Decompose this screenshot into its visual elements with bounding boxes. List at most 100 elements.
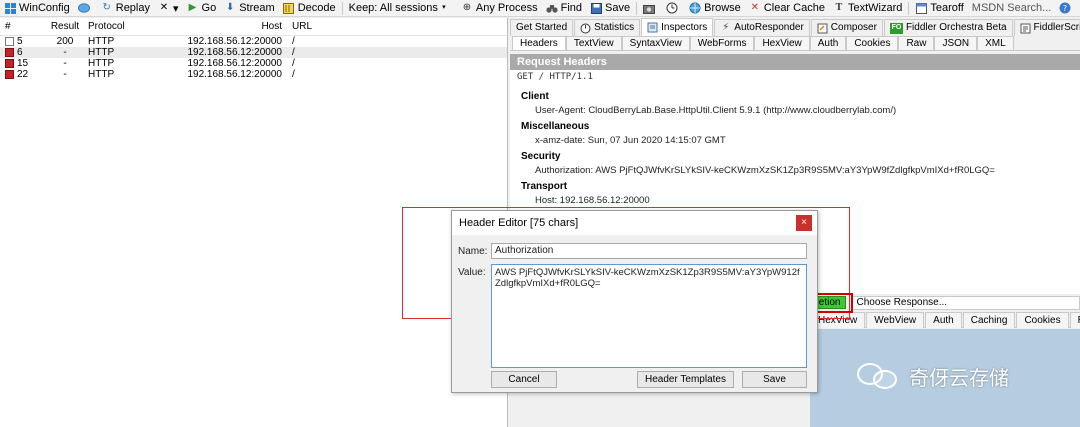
browse-icon: [689, 2, 701, 14]
textwizard-button[interactable]: T TextWizard: [829, 0, 906, 16]
find-button[interactable]: Find: [542, 0, 586, 16]
tab-auth[interactable]: Auth: [809, 36, 847, 50]
save-dialog-button[interactable]: Save: [742, 371, 807, 388]
dropdown-arrow-icon: ▾: [442, 4, 446, 11]
toolbar-separator: [636, 1, 638, 15]
save-button[interactable]: Save: [586, 0, 634, 16]
tab-response-caching[interactable]: Caching: [962, 312, 1016, 328]
decode-button[interactable]: Decode: [279, 0, 340, 16]
tab-textview[interactable]: TextView: [565, 36, 622, 50]
winconfig-button[interactable]: WinConfig: [0, 0, 74, 16]
go-button[interactable]: ▶ Go: [183, 0, 221, 16]
watermark-text: 奇伢云存储: [909, 367, 1009, 390]
svg-text:?: ?: [1063, 4, 1067, 13]
name-input[interactable]: Authorization: [491, 243, 807, 259]
play-icon: ▶: [188, 2, 197, 13]
session-row[interactable]: 6 - HTTP 192.168.56.12:20000 /: [0, 47, 507, 58]
session-row[interactable]: 5 200 HTTP 192.168.56.12:20000 /: [0, 36, 507, 47]
close-icon[interactable]: ×: [796, 215, 812, 231]
textwizard-icon: T: [835, 2, 843, 13]
toolbar-separator: [341, 1, 343, 15]
column-header-number[interactable]: #: [0, 21, 46, 32]
clear-cache-button[interactable]: ✕ Clear Cache: [745, 0, 829, 16]
tab-json[interactable]: JSON: [934, 36, 978, 50]
column-header-protocol[interactable]: Protocol: [84, 21, 154, 32]
cancel-button[interactable]: Cancel: [491, 371, 557, 388]
tab-webforms[interactable]: WebForms: [689, 36, 755, 50]
save-icon: [590, 2, 602, 14]
script-icon: [1020, 23, 1031, 34]
crosshair-icon: ⊕: [462, 2, 472, 13]
binoculars-icon: [546, 2, 558, 14]
tab-syntaxview[interactable]: SyntaxView: [621, 36, 690, 50]
value-textarea[interactable]: AWS PjFtQJWfvKrSLYkSIV-keCKWzmXzSK1Zp3R9…: [491, 264, 807, 368]
header-group-transport[interactable]: Transport: [510, 181, 1080, 192]
any-process-button[interactable]: ⊕ Any Process: [457, 0, 542, 16]
stream-button[interactable]: ⬇ Stream: [220, 0, 278, 16]
header-group-miscellaneous[interactable]: Miscellaneous: [510, 121, 1080, 132]
tab-statistics[interactable]: Statistics: [574, 19, 641, 36]
inspect-icon: [647, 22, 658, 33]
keep-sessions-dropdown[interactable]: Keep: All sessions ▾: [345, 0, 457, 16]
replay-icon: ↻: [102, 2, 111, 13]
tab-response-webview[interactable]: WebView: [866, 312, 925, 328]
dialog-title-bar: Header Editor [75 chars] ×: [452, 211, 817, 235]
session-row[interactable]: 15 - HTTP 192.168.56.12:20000 /: [0, 58, 507, 69]
remove-icon: ✕: [159, 2, 169, 13]
tab-response-cookies[interactable]: Cookies: [1016, 312, 1069, 328]
replay-button[interactable]: ↻ Replay: [97, 0, 154, 16]
tab-inspectors[interactable]: Inspectors: [641, 18, 714, 36]
error-icon: [5, 47, 14, 57]
composer-icon: [817, 23, 828, 34]
choose-response-dropdown[interactable]: Choose Response...: [851, 295, 1080, 310]
tab-fiddlerscript[interactable]: FiddlerScript: [1013, 19, 1080, 36]
browse-button[interactable]: Browse: [685, 0, 745, 16]
tearoff-button[interactable]: Tearoff: [911, 0, 967, 16]
header-x-amz-date[interactable]: x-amz-date: Sun, 07 Jun 2020 14:15:07 GM…: [510, 135, 1080, 146]
tab-get-started[interactable]: Get Started: [510, 19, 574, 36]
main-toolbar: WinConfig ↻ Replay ✕ ▾ ▶ Go ⬇ Stream Decode …: [0, 0, 1080, 17]
request-line: GET / HTTP/1.1: [517, 72, 593, 82]
screenshot-button[interactable]: [639, 0, 662, 16]
tab-headers[interactable]: Headers: [512, 36, 566, 50]
header-authorization[interactable]: Authorization: AWS PjFtQJWfvKrSLYkSIV-ke…: [510, 165, 1080, 176]
document-icon: [5, 36, 14, 46]
tab-response-auth[interactable]: Auth: [925, 312, 962, 328]
tab-cookies[interactable]: Cookies: [846, 36, 899, 50]
error-icon: [5, 69, 14, 79]
remove-button[interactable]: ✕ ▾: [154, 0, 183, 16]
sessions-header: # Result Protocol Host URL: [0, 18, 507, 36]
help-button[interactable]: ?: [1055, 0, 1078, 16]
comment-icon: [77, 2, 90, 14]
timer-button[interactable]: [662, 0, 685, 16]
header-editor-dialog: Header Editor [75 chars] × Name: Authori…: [451, 210, 818, 393]
tab-raw[interactable]: Raw: [898, 36, 935, 50]
header-host[interactable]: Host: 192.168.56.12:20000: [510, 195, 1080, 206]
column-header-url[interactable]: URL: [288, 21, 312, 32]
tab-hexview[interactable]: HexView: [754, 36, 810, 50]
decode-icon: [283, 2, 295, 14]
msdn-search-input[interactable]: MSDN Search...: [968, 0, 1055, 16]
value-label: Value:: [458, 267, 486, 278]
header-group-client[interactable]: Client: [510, 91, 1080, 102]
fo-icon: FO: [889, 22, 903, 34]
header-templates-button[interactable]: Header Templates: [637, 371, 734, 388]
tab-autoresponder[interactable]: ⚡ AutoResponder: [714, 19, 810, 36]
error-icon: [5, 58, 14, 68]
help-icon: ?: [1059, 2, 1071, 14]
comment-button[interactable]: [74, 0, 97, 16]
timer-icon: [580, 23, 591, 34]
tab-xml[interactable]: XML: [977, 36, 1014, 50]
request-inspector-tabs: Headers TextView SyntaxView WebForms Hex…: [510, 36, 1080, 51]
column-header-result[interactable]: Result: [46, 21, 84, 32]
header-user-agent[interactable]: User-Agent: CloudBerryLab.Base.HttpUtil.…: [510, 105, 1080, 116]
tab-response-raw[interactable]: Raw: [1069, 312, 1080, 328]
tab-composer[interactable]: Composer: [810, 19, 883, 36]
header-group-security[interactable]: Security: [510, 151, 1080, 162]
session-row[interactable]: 22 - HTTP 192.168.56.12:20000 /: [0, 69, 507, 80]
request-headers-title: Request Headers: [510, 54, 1080, 70]
dialog-title: Header Editor [75 chars]: [459, 217, 579, 229]
column-header-host[interactable]: Host: [154, 21, 288, 32]
wechat-logo-icon: [857, 360, 903, 392]
tab-fiddler-orchestra[interactable]: FO Fiddler Orchestra Beta: [883, 19, 1013, 36]
